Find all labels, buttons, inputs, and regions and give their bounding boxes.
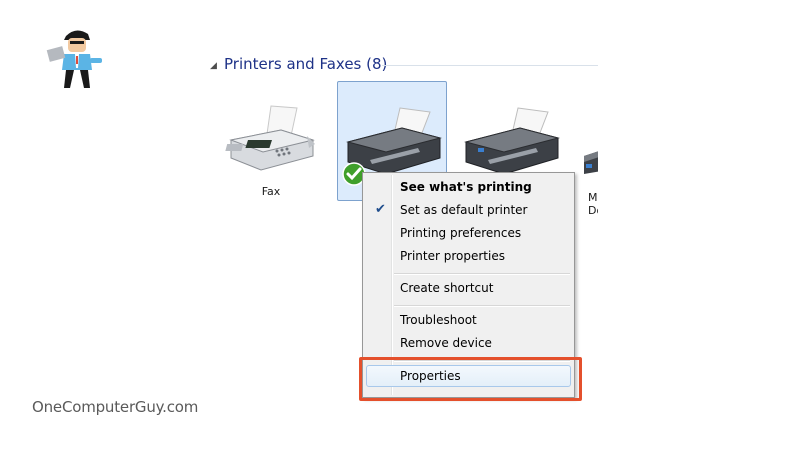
menu-item-set-default-printer[interactable]: ✔ Set as default printer <box>366 199 571 221</box>
annotation-highlight-box <box>359 357 582 401</box>
device-label: MDo <box>588 191 598 217</box>
collapse-triangle-icon[interactable]: ◢ <box>210 60 217 71</box>
menu-item-label: Set as default printer <box>400 203 528 217</box>
menu-item-printing-preferences[interactable]: Printing preferences <box>366 222 571 244</box>
menu-item-label: Printer properties <box>400 249 505 263</box>
menu-item-label: Create shortcut <box>400 281 494 295</box>
group-divider <box>382 65 598 66</box>
menu-separator <box>394 305 570 307</box>
device-fax[interactable]: Fax <box>216 100 326 199</box>
checkmark-icon: ✔ <box>375 202 386 217</box>
onecomputerguy-logo <box>46 30 102 88</box>
fax-machine-icon <box>225 105 315 171</box>
menu-item-label: Remove device <box>400 336 492 350</box>
printers-group-header[interactable]: ◢ Printers and Faxes (8) <box>206 54 598 76</box>
menu-item-label: Troubleshoot <box>400 313 477 327</box>
group-title: Printers and Faxes (8) <box>224 55 388 73</box>
printer-icon <box>584 151 598 174</box>
menu-item-remove-device[interactable]: Remove device <box>366 332 571 354</box>
menu-item-label: See what's printing <box>400 180 532 194</box>
menu-item-printer-properties[interactable]: Printer properties <box>366 245 571 267</box>
site-watermark: OneComputerGuy.com <box>32 398 199 416</box>
device-printer-partial[interactable]: MDo <box>578 140 598 217</box>
menu-item-see-whats-printing[interactable]: See what's printing <box>366 176 571 198</box>
menu-item-create-shortcut[interactable]: Create shortcut <box>366 277 571 299</box>
device-label: Fax <box>261 185 281 198</box>
menu-item-label: Printing preferences <box>400 226 522 240</box>
menu-item-troubleshoot[interactable]: Troubleshoot <box>366 309 571 331</box>
menu-separator <box>394 273 570 275</box>
